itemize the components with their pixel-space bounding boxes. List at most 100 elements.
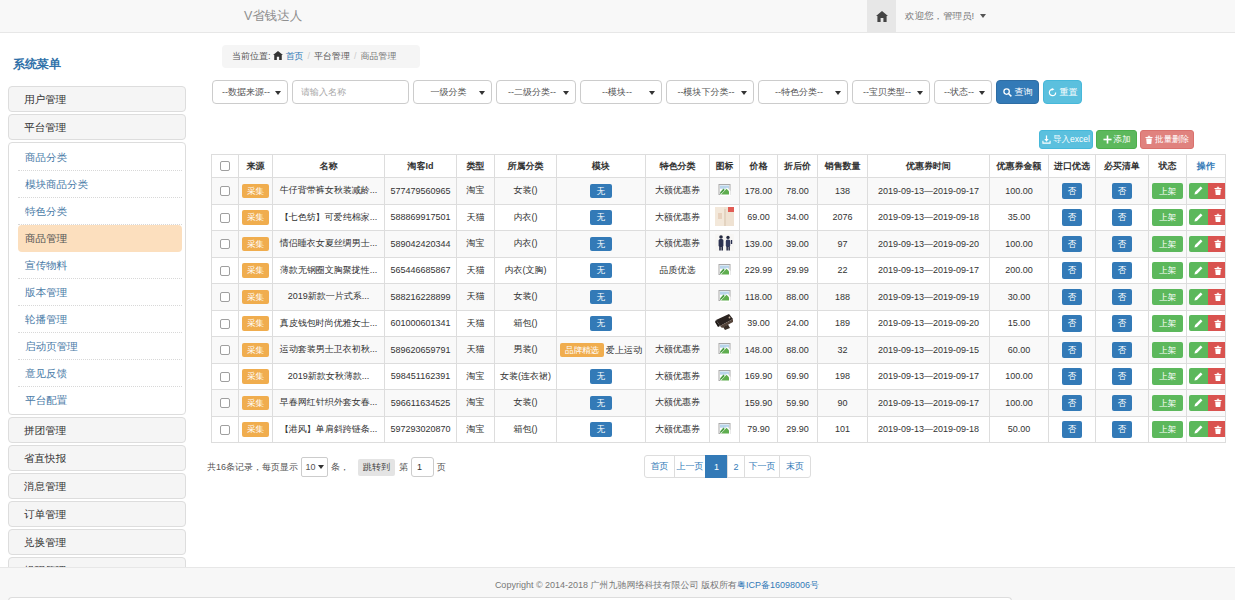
must-buy-toggle[interactable]: 否 [1112, 315, 1133, 332]
delete-button[interactable] [1208, 262, 1226, 278]
status-toggle[interactable]: 上架 [1152, 209, 1183, 226]
sidebar-subitem[interactable]: 特色分类 [18, 198, 182, 225]
sidebar-subitem[interactable]: 模块商品分类 [18, 171, 182, 198]
search-button[interactable]: 查询 [996, 80, 1039, 104]
must-buy-toggle[interactable]: 否 [1112, 395, 1133, 412]
edit-button[interactable] [1189, 395, 1208, 411]
edit-button[interactable] [1189, 421, 1208, 437]
jump-button[interactable]: 跳转到 [358, 459, 395, 476]
delete-button[interactable] [1208, 342, 1226, 358]
must-buy-toggle[interactable]: 否 [1112, 236, 1133, 253]
must-buy-toggle[interactable]: 否 [1112, 209, 1133, 226]
icp-link[interactable]: 粤ICP备16098006号 [737, 580, 819, 590]
page-button[interactable]: 1 [705, 455, 728, 478]
module-badge[interactable]: 无 [590, 263, 613, 278]
row-checkbox[interactable] [220, 345, 230, 355]
module-filter-select[interactable]: --模块-- [580, 80, 662, 104]
import-select-toggle[interactable]: 否 [1062, 421, 1083, 438]
sidebar-subitem[interactable]: 轮播管理 [18, 306, 182, 333]
import-select-toggle[interactable]: 否 [1062, 289, 1083, 306]
sidebar-item[interactable]: 用户管理 [8, 86, 186, 112]
module-badge[interactable]: 无 [590, 237, 613, 252]
sidebar-item[interactable]: 平台管理 [8, 114, 186, 140]
per-page-select[interactable]: 10 [301, 457, 328, 477]
add-button[interactable]: 添加 [1096, 130, 1137, 149]
status-toggle[interactable]: 上架 [1152, 342, 1183, 359]
delete-button[interactable] [1208, 289, 1226, 305]
row-checkbox[interactable] [220, 319, 230, 329]
status-toggle[interactable]: 上架 [1152, 262, 1183, 279]
sidebar-subitem[interactable]: 版本管理 [18, 279, 182, 306]
must-buy-toggle[interactable]: 否 [1112, 421, 1133, 438]
status-toggle[interactable]: 上架 [1152, 289, 1183, 306]
must-buy-toggle[interactable]: 否 [1112, 342, 1133, 359]
sidebar-subitem[interactable]: 商品分类 [18, 144, 182, 171]
delete-button[interactable] [1208, 421, 1226, 437]
module-badge[interactable]: 无 [590, 184, 613, 199]
module-badge[interactable]: 无 [590, 369, 613, 384]
feature-filter-select[interactable]: --特色分类-- [758, 80, 848, 104]
row-checkbox[interactable] [220, 213, 230, 223]
row-checkbox[interactable] [220, 186, 230, 196]
module-badge[interactable]: 无 [590, 210, 613, 225]
page-button[interactable]: 下一页 [744, 455, 780, 478]
edit-button[interactable] [1189, 183, 1208, 199]
import-select-toggle[interactable]: 否 [1062, 368, 1083, 385]
delete-button[interactable] [1208, 315, 1226, 331]
cat1-filter-select[interactable]: 一级分类 [413, 80, 492, 104]
bulk-delete-button[interactable]: 批量删除 [1140, 130, 1194, 149]
status-filter-select[interactable]: --状态-- [934, 80, 992, 104]
page-button[interactable]: 上一页 [674, 455, 706, 478]
status-toggle[interactable]: 上架 [1152, 421, 1183, 438]
must-buy-toggle[interactable]: 否 [1112, 183, 1133, 200]
row-checkbox[interactable] [220, 239, 230, 249]
import-select-toggle[interactable]: 否 [1062, 395, 1083, 412]
delete-button[interactable] [1208, 209, 1226, 225]
edit-button[interactable] [1189, 236, 1208, 252]
user-menu[interactable]: 欢迎您，管理员! [905, 0, 986, 32]
edit-button[interactable] [1189, 289, 1208, 305]
import-select-toggle[interactable]: 否 [1062, 209, 1083, 226]
sidebar-item[interactable]: 兑换管理 [8, 529, 186, 555]
status-toggle[interactable]: 上架 [1152, 368, 1183, 385]
sidebar-item[interactable]: 拼团管理 [8, 417, 186, 443]
sidebar-item[interactable]: 消息管理 [8, 473, 186, 499]
module-badge[interactable]: 品牌精选 [560, 343, 604, 358]
edit-button[interactable] [1189, 368, 1208, 384]
row-checkbox[interactable] [220, 266, 230, 276]
source-filter-select[interactable]: --数据来源-- [212, 80, 288, 104]
page-button[interactable]: 2 [727, 455, 745, 478]
breadcrumb-home-link[interactable]: 首页 [286, 51, 304, 61]
sidebar-subitem[interactable]: 启动页管理 [18, 333, 182, 360]
status-toggle[interactable]: 上架 [1152, 236, 1183, 253]
sidebar-item[interactable]: 省直快报 [8, 445, 186, 471]
cat2-filter-select[interactable]: --二级分类-- [496, 80, 576, 104]
status-toggle[interactable]: 上架 [1152, 183, 1183, 200]
select-all-checkbox[interactable] [220, 161, 230, 171]
sidebar-subitem[interactable]: 宣传物料 [18, 252, 182, 279]
edit-button[interactable] [1189, 315, 1208, 331]
page-button[interactable]: 末页 [779, 455, 811, 478]
import-select-toggle[interactable]: 否 [1062, 315, 1083, 332]
import-select-toggle[interactable]: 否 [1062, 342, 1083, 359]
row-checkbox[interactable] [220, 372, 230, 382]
status-toggle[interactable]: 上架 [1152, 315, 1183, 332]
sidebar-subitem[interactable]: 意见反馈 [18, 360, 182, 387]
import-select-toggle[interactable]: 否 [1062, 262, 1083, 279]
sidebar-subitem[interactable]: 平台配置 [18, 387, 182, 414]
page-number-input[interactable] [411, 457, 434, 477]
must-buy-toggle[interactable]: 否 [1112, 289, 1133, 306]
import-excel-button[interactable]: 导入excel [1039, 130, 1093, 149]
must-buy-toggle[interactable]: 否 [1112, 262, 1133, 279]
item-type-filter-select[interactable]: --宝贝类型-- [852, 80, 930, 104]
edit-button[interactable] [1189, 209, 1208, 225]
home-nav-button[interactable] [867, 0, 896, 32]
status-toggle[interactable]: 上架 [1152, 395, 1183, 412]
edit-button[interactable] [1189, 262, 1208, 278]
sidebar-item[interactable]: 订单管理 [8, 501, 186, 527]
delete-button[interactable] [1208, 368, 1226, 384]
edit-button[interactable] [1189, 342, 1208, 358]
module-badge[interactable]: 无 [590, 316, 613, 331]
must-buy-toggle[interactable]: 否 [1112, 368, 1133, 385]
reset-button[interactable]: 重置 [1043, 80, 1082, 104]
